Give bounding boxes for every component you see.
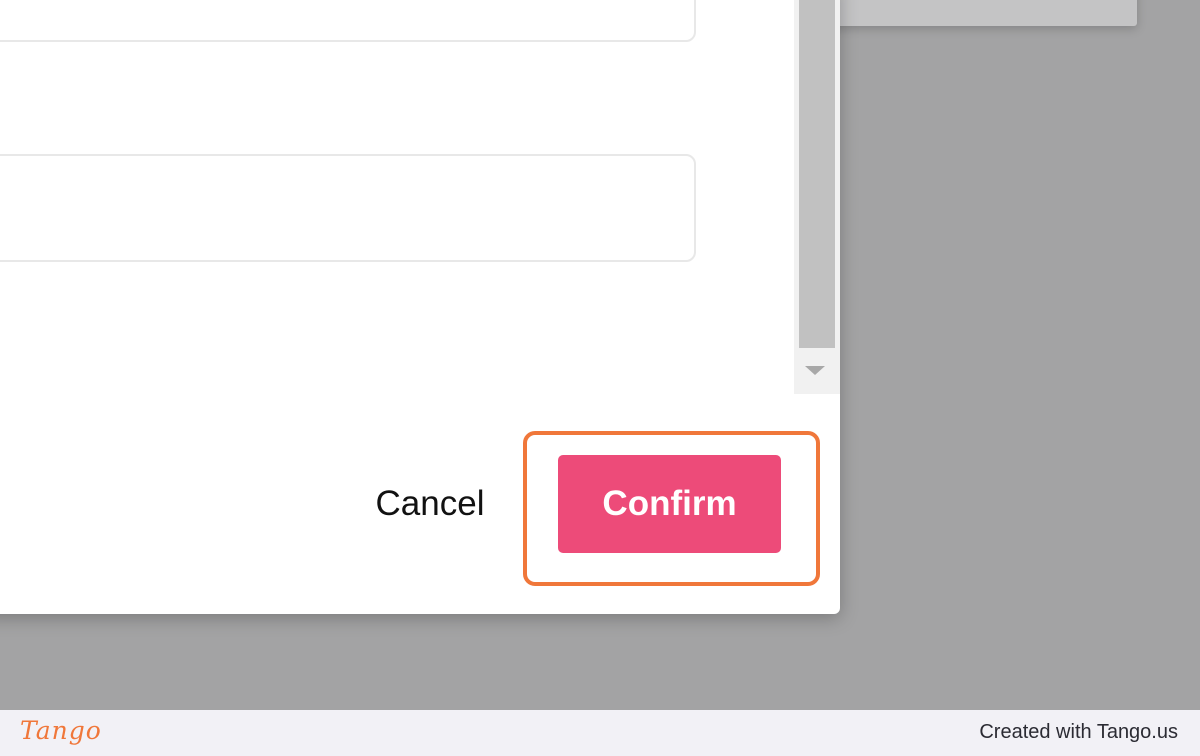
scroll-down-arrow-icon[interactable] [805,366,825,375]
text-field-lower[interactable] [0,154,696,262]
confirm-button[interactable]: Confirm [558,455,781,553]
scrollbar[interactable] [794,0,840,394]
footer-bar: Tango Created with Tango.us [0,710,1200,756]
tango-logo: Tango [20,716,102,745]
text-field-upper[interactable] [0,0,696,42]
footer-credit: Created with Tango.us [979,721,1178,743]
cancel-button[interactable]: Cancel [360,478,500,530]
modal-dialog: Cancel Confirm [0,0,840,614]
scrollbar-thumb[interactable] [799,0,835,348]
screenshot-stage: Cancel Confirm [0,0,1200,710]
